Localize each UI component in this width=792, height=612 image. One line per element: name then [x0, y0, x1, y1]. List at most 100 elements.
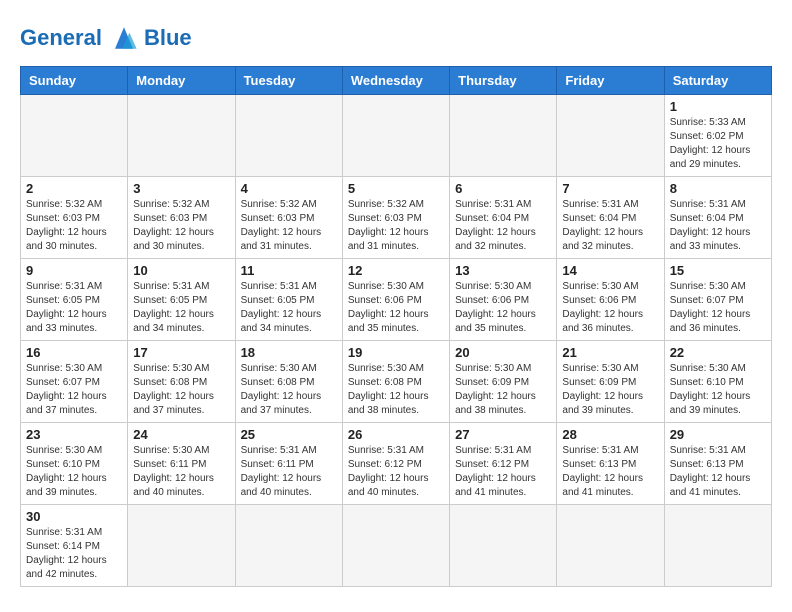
- day-number: 4: [241, 181, 337, 196]
- calendar-cell: 26 Sunrise: 5:31 AM Sunset: 6:12 PM Dayli…: [342, 423, 449, 505]
- day-number: 2: [26, 181, 122, 196]
- weekday-header-monday: Monday: [128, 67, 235, 95]
- day-info: Sunrise: 5:31 AM Sunset: 6:13 PM Dayligh…: [562, 444, 658, 500]
- calendar-cell: [128, 505, 235, 587]
- day-number: 28: [562, 427, 658, 442]
- calendar-table: SundayMondayTuesdayWednesdayThursdayFrid…: [20, 66, 772, 587]
- calendar-cell: 3Sunrise: 5:32 AM Sunset: 6:03 PM Daylig…: [128, 177, 235, 259]
- day-info: Sunrise: 5:31 AM Sunset: 6:04 PM Dayligh…: [455, 198, 551, 254]
- calendar-cell: 24Sunrise: 5:30 AM Sunset: 6:11 PM Dayli…: [128, 423, 235, 505]
- day-number: 12: [348, 263, 444, 278]
- day-info: Sunrise: 5:30 AM Sunset: 6:07 PM Dayligh…: [670, 280, 766, 336]
- day-info: Sunrise: 5:32 AM Sunset: 6:03 PM Dayligh…: [348, 198, 444, 254]
- day-number: 26: [348, 427, 444, 442]
- logo-blue-text: Blue: [144, 25, 192, 51]
- calendar-week-row: 16 Sunrise: 5:30 AM Sunset: 6:07 PM Dayli…: [21, 341, 772, 423]
- calendar-cell: [450, 95, 557, 177]
- day-number: 17: [133, 345, 229, 360]
- day-info: Sunrise: 5:31 AM Sunset: 6:04 PM Dayligh…: [670, 198, 766, 254]
- calendar-cell: 28 Sunrise: 5:31 AM Sunset: 6:13 PM Dayli…: [557, 423, 664, 505]
- day-info: Sunrise: 5:31 AM Sunset: 6:05 PM Dayligh…: [26, 280, 122, 336]
- day-number: 27: [455, 427, 551, 442]
- day-number: 15: [670, 263, 766, 278]
- calendar-cell: 29 Sunrise: 5:31 AM Sunset: 6:13 PM Dayli…: [664, 423, 771, 505]
- weekday-header-wednesday: Wednesday: [342, 67, 449, 95]
- calendar-cell: 18 Sunrise: 5:30 AM Sunset: 6:08 PM Dayli…: [235, 341, 342, 423]
- calendar-cell: 12 Sunrise: 5:30 AM Sunset: 6:06 PM Dayli…: [342, 259, 449, 341]
- day-info: Sunrise: 5:31 AM Sunset: 6:05 PM Dayligh…: [133, 280, 229, 336]
- day-number: 9: [26, 263, 122, 278]
- day-info: Sunrise: 5:31 AM Sunset: 6:05 PM Dayligh…: [241, 280, 337, 336]
- weekday-header-sunday: Sunday: [21, 67, 128, 95]
- day-info: Sunrise: 5:30 AM Sunset: 6:08 PM Dayligh…: [133, 362, 229, 418]
- logo-icon: [106, 20, 142, 56]
- day-number: 21: [562, 345, 658, 360]
- weekday-header-saturday: Saturday: [664, 67, 771, 95]
- day-number: 14: [562, 263, 658, 278]
- calendar-cell: 14 Sunrise: 5:30 AM Sunset: 6:06 PM Dayli…: [557, 259, 664, 341]
- day-number: 20: [455, 345, 551, 360]
- calendar-cell: 8Sunrise: 5:31 AM Sunset: 6:04 PM Daylig…: [664, 177, 771, 259]
- logo-text: General: [20, 25, 102, 51]
- day-number: 1: [670, 99, 766, 114]
- day-info: Sunrise: 5:31 AM Sunset: 6:04 PM Dayligh…: [562, 198, 658, 254]
- weekday-header-row: SundayMondayTuesdayWednesdayThursdayFrid…: [21, 67, 772, 95]
- day-number: 29: [670, 427, 766, 442]
- calendar-cell: [557, 95, 664, 177]
- day-info: Sunrise: 5:30 AM Sunset: 6:07 PM Dayligh…: [26, 362, 122, 418]
- calendar-cell: 2 Sunrise: 5:32 AM Sunset: 6:03 PM Daylig…: [21, 177, 128, 259]
- calendar-week-row: 30Sunrise: 5:31 AM Sunset: 6:14 PM Dayli…: [21, 505, 772, 587]
- page-header: General Blue: [20, 20, 772, 56]
- day-info: Sunrise: 5:31 AM Sunset: 6:14 PM Dayligh…: [26, 526, 122, 582]
- calendar-cell: 15 Sunrise: 5:30 AM Sunset: 6:07 PM Dayli…: [664, 259, 771, 341]
- day-info: Sunrise: 5:32 AM Sunset: 6:03 PM Dayligh…: [26, 198, 122, 254]
- calendar-cell: [450, 505, 557, 587]
- calendar-cell: [342, 95, 449, 177]
- day-number: 22: [670, 345, 766, 360]
- weekday-header-thursday: Thursday: [450, 67, 557, 95]
- day-number: 16: [26, 345, 122, 360]
- day-number: 18: [241, 345, 337, 360]
- calendar-cell: [128, 95, 235, 177]
- weekday-header-tuesday: Tuesday: [235, 67, 342, 95]
- calendar-cell: [342, 505, 449, 587]
- calendar-week-row: 9 Sunrise: 5:31 AM Sunset: 6:05 PM Daylig…: [21, 259, 772, 341]
- calendar-cell: 17 Sunrise: 5:30 AM Sunset: 6:08 PM Dayli…: [128, 341, 235, 423]
- calendar-cell: 19Sunrise: 5:30 AM Sunset: 6:08 PM Dayli…: [342, 341, 449, 423]
- day-number: 11: [241, 263, 337, 278]
- day-number: 13: [455, 263, 551, 278]
- calendar-cell: [557, 505, 664, 587]
- calendar-cell: 13 Sunrise: 5:30 AM Sunset: 6:06 PM Dayli…: [450, 259, 557, 341]
- calendar-week-row: 1 Sunrise: 5:33 AM Sunset: 6:02 PM Daylig…: [21, 95, 772, 177]
- calendar-cell: [235, 505, 342, 587]
- day-info: Sunrise: 5:33 AM Sunset: 6:02 PM Dayligh…: [670, 116, 766, 172]
- calendar-week-row: 2 Sunrise: 5:32 AM Sunset: 6:03 PM Daylig…: [21, 177, 772, 259]
- day-info: Sunrise: 5:30 AM Sunset: 6:06 PM Dayligh…: [455, 280, 551, 336]
- calendar-cell: 22 Sunrise: 5:30 AM Sunset: 6:10 PM Dayli…: [664, 341, 771, 423]
- day-info: Sunrise: 5:30 AM Sunset: 6:11 PM Dayligh…: [133, 444, 229, 500]
- day-info: Sunrise: 5:31 AM Sunset: 6:13 PM Dayligh…: [670, 444, 766, 500]
- day-info: Sunrise: 5:30 AM Sunset: 6:09 PM Dayligh…: [455, 362, 551, 418]
- calendar-cell: 25Sunrise: 5:31 AM Sunset: 6:11 PM Dayli…: [235, 423, 342, 505]
- day-info: Sunrise: 5:31 AM Sunset: 6:12 PM Dayligh…: [455, 444, 551, 500]
- day-number: 6: [455, 181, 551, 196]
- calendar-cell: [21, 95, 128, 177]
- day-info: Sunrise: 5:32 AM Sunset: 6:03 PM Dayligh…: [241, 198, 337, 254]
- calendar-cell: 10 Sunrise: 5:31 AM Sunset: 6:05 PM Dayli…: [128, 259, 235, 341]
- calendar-cell: 30Sunrise: 5:31 AM Sunset: 6:14 PM Dayli…: [21, 505, 128, 587]
- day-info: Sunrise: 5:30 AM Sunset: 6:08 PM Dayligh…: [241, 362, 337, 418]
- day-number: 7: [562, 181, 658, 196]
- day-number: 3: [133, 181, 229, 196]
- calendar-week-row: 23Sunrise: 5:30 AM Sunset: 6:10 PM Dayli…: [21, 423, 772, 505]
- calendar-cell: 9 Sunrise: 5:31 AM Sunset: 6:05 PM Daylig…: [21, 259, 128, 341]
- day-info: Sunrise: 5:30 AM Sunset: 6:10 PM Dayligh…: [670, 362, 766, 418]
- day-info: Sunrise: 5:30 AM Sunset: 6:06 PM Dayligh…: [562, 280, 658, 336]
- calendar-cell: 1 Sunrise: 5:33 AM Sunset: 6:02 PM Daylig…: [664, 95, 771, 177]
- day-number: 10: [133, 263, 229, 278]
- weekday-header-friday: Friday: [557, 67, 664, 95]
- calendar-cell: 23Sunrise: 5:30 AM Sunset: 6:10 PM Dayli…: [21, 423, 128, 505]
- logo: General Blue: [20, 20, 192, 56]
- day-info: Sunrise: 5:31 AM Sunset: 6:12 PM Dayligh…: [348, 444, 444, 500]
- calendar-cell: 7 Sunrise: 5:31 AM Sunset: 6:04 PM Daylig…: [557, 177, 664, 259]
- day-info: Sunrise: 5:30 AM Sunset: 6:06 PM Dayligh…: [348, 280, 444, 336]
